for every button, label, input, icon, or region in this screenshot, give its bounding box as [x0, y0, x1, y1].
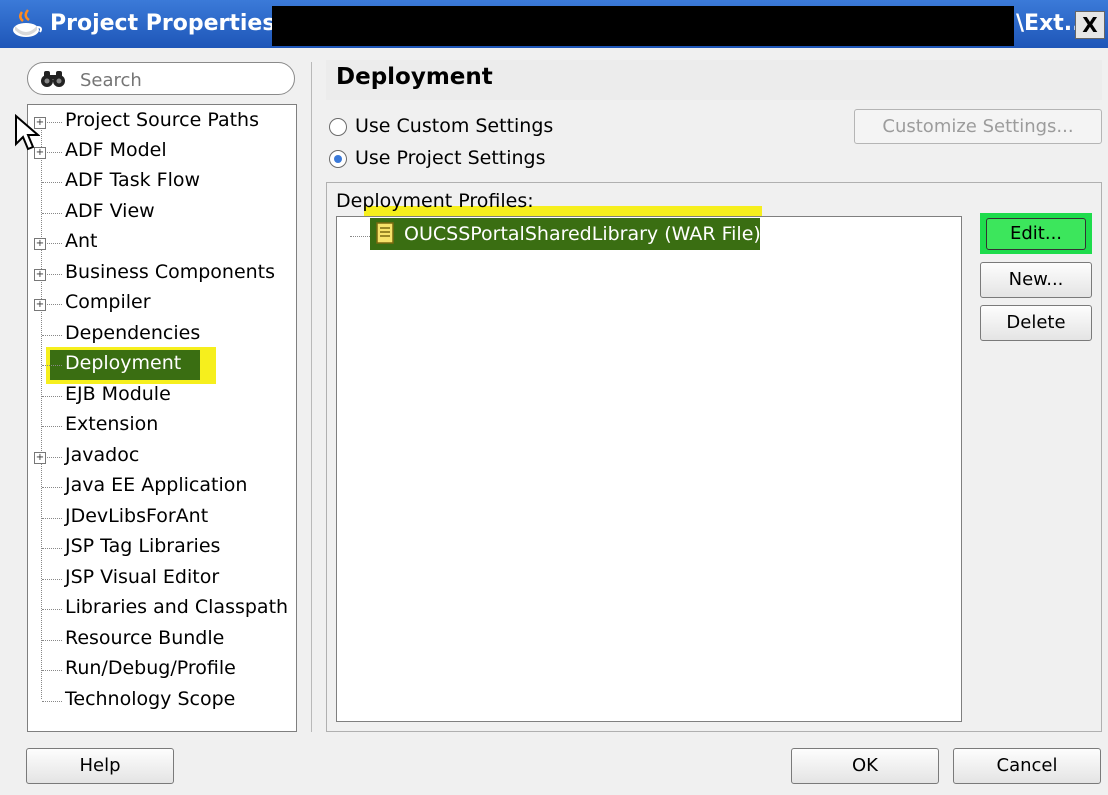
search-box[interactable] [27, 62, 295, 95]
redacted-title-block [272, 6, 1014, 46]
tree-item-technology-scope[interactable]: Technology Scope [28, 686, 296, 716]
tree-item-label: Run/Debug/Profile [65, 657, 236, 679]
tree-connector [42, 579, 62, 580]
tree-item-label: Ant [65, 230, 98, 252]
expand-icon[interactable]: + [34, 452, 46, 464]
tree-connector [42, 518, 62, 519]
search-input[interactable] [78, 67, 282, 93]
tree-item-dependencies[interactable]: Dependencies [28, 320, 296, 350]
customize-settings-button[interactable]: Customize Settings... [854, 109, 1102, 144]
tree-connector [42, 670, 62, 671]
tree-item-label: Technology Scope [65, 688, 236, 710]
tree-item-resource-bundle[interactable]: Resource Bundle [28, 625, 296, 655]
tree-item-jdevlibsforant[interactable]: JDevLibsForAnt [28, 503, 296, 533]
tree-item-java-ee-application[interactable]: Java EE Application [28, 472, 296, 502]
deployment-profiles-list[interactable] [336, 216, 962, 722]
tree-connector [42, 487, 62, 488]
page-title: Deployment [336, 64, 493, 90]
tree-connector [42, 426, 62, 427]
tree-item-label: EJB Module [65, 383, 171, 405]
cancel-button[interactable]: Cancel [953, 748, 1101, 784]
expand-icon[interactable]: + [34, 238, 46, 250]
tree-item-label: ADF View [65, 200, 155, 222]
tree-connector [42, 548, 62, 549]
tree-item-jsp-visual-editor[interactable]: JSP Visual Editor [28, 564, 296, 594]
radio-button[interactable] [329, 118, 347, 136]
window-title: Project Properties - [50, 11, 293, 36]
tree-item-label: Javadoc [65, 444, 140, 466]
tree-item-ant[interactable]: + Ant [28, 228, 296, 258]
tree-item-adf-model[interactable]: + ADF Model [28, 137, 296, 167]
tree-item-javadoc[interactable]: + Javadoc [28, 442, 296, 472]
tree-connector [42, 396, 62, 397]
tree-item-label: ADF Task Flow [65, 169, 201, 191]
tree-connector [42, 213, 62, 214]
tree-item-compiler[interactable]: + Compiler [28, 289, 296, 319]
tree-item-libraries-and-classpath[interactable]: Libraries and Classpath [28, 594, 296, 624]
close-button[interactable]: X [1075, 11, 1105, 39]
tree-connector [42, 701, 62, 702]
edit-button[interactable]: Edit... [986, 218, 1086, 250]
radio-use-custom-settings[interactable]: Use Custom Settings [326, 114, 566, 140]
radio-label: Use Custom Settings [355, 115, 554, 137]
profile-item-label: OUCSSPortalSharedLibrary (WAR File) [404, 223, 761, 245]
tree-connector [350, 236, 370, 237]
title-bar[interactable]: Project Properties - \Ext... X [0, 0, 1108, 48]
tree-connector [42, 182, 62, 183]
category-tree[interactable]: + Project Source Paths + ADF Model ADF T… [27, 104, 297, 732]
tree-item-business-components[interactable]: + Business Components [28, 259, 296, 289]
deployment-profiles-label: Deployment Profiles: [336, 190, 534, 212]
tree-item-label: ADF Model [65, 139, 167, 161]
tree-connector [42, 640, 62, 641]
delete-button[interactable]: Delete [980, 305, 1092, 341]
mouse-pointer-icon [15, 114, 40, 151]
tree-item-label: JSP Tag Libraries [65, 535, 221, 557]
tree-item-label: Deployment [65, 352, 182, 374]
tree-connector [42, 365, 62, 366]
tree-connector [42, 609, 62, 610]
expand-icon[interactable]: + [34, 269, 46, 281]
tree-item-extension[interactable]: Extension [28, 411, 296, 441]
tree-item-label: Business Components [65, 261, 276, 283]
tree-connector [42, 335, 62, 336]
tree-item-label: Dependencies [65, 322, 201, 344]
panel-splitter[interactable] [311, 62, 312, 732]
tree-item-label: JDevLibsForAnt [65, 505, 209, 527]
help-button[interactable]: Help [26, 748, 174, 784]
tree-item-deployment[interactable]: Deployment [28, 347, 296, 384]
binoculars-icon [41, 71, 65, 87]
tree-item-jsp-tag-libraries[interactable]: JSP Tag Libraries [28, 533, 296, 563]
tree-item-label: JSP Visual Editor [65, 566, 220, 588]
tree-item-label: Libraries and Classpath [65, 596, 289, 618]
expand-icon[interactable]: + [34, 299, 46, 311]
java-cup-icon [13, 9, 42, 37]
tree-item-label: Extension [65, 413, 159, 435]
tree-item-adf-view[interactable]: ADF View [28, 198, 296, 228]
war-file-icon [376, 222, 394, 244]
tree-item-adf-task-flow[interactable]: ADF Task Flow [28, 167, 296, 197]
radio-label: Use Project Settings [355, 147, 546, 169]
tree-item-label: Project Source Paths [65, 109, 259, 131]
radio-button[interactable] [329, 150, 347, 168]
ok-button[interactable]: OK [791, 748, 939, 784]
tree-item-label: Java EE Application [65, 474, 248, 496]
tree-item-ejb-module[interactable]: EJB Module [28, 381, 296, 411]
tree-item-project-source-paths[interactable]: + Project Source Paths [28, 107, 296, 137]
radio-use-project-settings[interactable]: Use Project Settings [326, 146, 566, 172]
tree-item-run-debug-profile[interactable]: Run/Debug/Profile [28, 655, 296, 685]
tree-item-label: Resource Bundle [65, 627, 225, 649]
new-button[interactable]: New... [980, 262, 1092, 298]
tree-item-label: Compiler [65, 291, 151, 313]
